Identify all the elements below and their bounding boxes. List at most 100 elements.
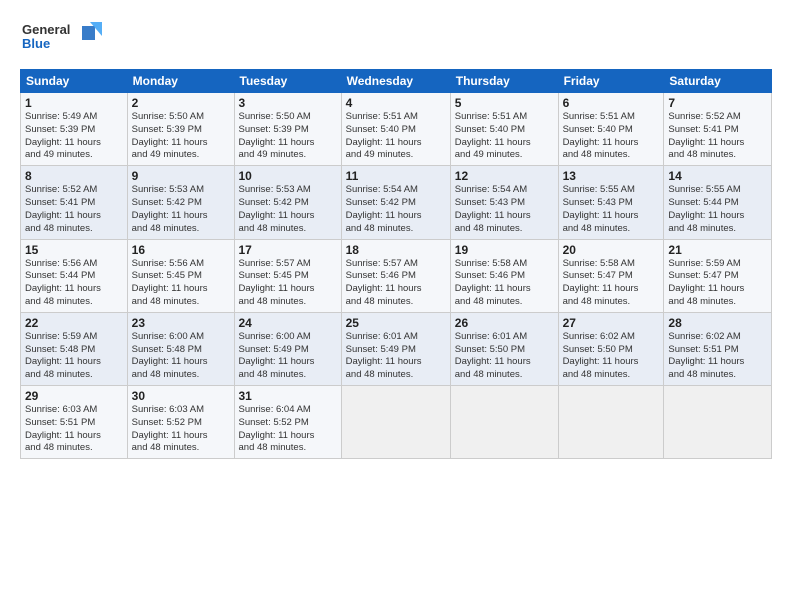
day-info: Sunrise: 6:00 AM Sunset: 5:49 PM Dayligh… [239,331,337,382]
day-info: Sunrise: 5:59 AM Sunset: 5:47 PM Dayligh… [668,258,767,309]
calendar-cell: 22Sunrise: 5:59 AM Sunset: 5:48 PM Dayli… [21,312,128,385]
day-number: 15 [25,243,123,257]
day-number: 3 [239,96,337,110]
calendar-cell: 15Sunrise: 5:56 AM Sunset: 5:44 PM Dayli… [21,239,128,312]
calendar-cell: 29Sunrise: 6:03 AM Sunset: 5:51 PM Dayli… [21,386,128,459]
calendar-cell: 26Sunrise: 6:01 AM Sunset: 5:50 PM Dayli… [450,312,558,385]
day-number: 8 [25,169,123,183]
day-info: Sunrise: 5:53 AM Sunset: 5:42 PM Dayligh… [239,184,337,235]
day-number: 27 [563,316,660,330]
day-info: Sunrise: 5:51 AM Sunset: 5:40 PM Dayligh… [455,111,554,162]
day-info: Sunrise: 5:55 AM Sunset: 5:44 PM Dayligh… [668,184,767,235]
day-number: 22 [25,316,123,330]
day-info: Sunrise: 5:51 AM Sunset: 5:40 PM Dayligh… [563,111,660,162]
day-number: 1 [25,96,123,110]
day-number: 18 [346,243,446,257]
calendar-cell: 6Sunrise: 5:51 AM Sunset: 5:40 PM Daylig… [558,93,664,166]
day-info: Sunrise: 5:51 AM Sunset: 5:40 PM Dayligh… [346,111,446,162]
svg-text:General: General [22,22,70,37]
calendar-cell [450,386,558,459]
day-number: 17 [239,243,337,257]
day-info: Sunrise: 5:56 AM Sunset: 5:44 PM Dayligh… [25,258,123,309]
calendar-cell: 28Sunrise: 6:02 AM Sunset: 5:51 PM Dayli… [664,312,772,385]
day-info: Sunrise: 5:52 AM Sunset: 5:41 PM Dayligh… [25,184,123,235]
column-header-tuesday: Tuesday [234,70,341,93]
day-info: Sunrise: 5:50 AM Sunset: 5:39 PM Dayligh… [132,111,230,162]
header: General Blue [20,18,772,61]
calendar-week-1: 1Sunrise: 5:49 AM Sunset: 5:39 PM Daylig… [21,93,772,166]
day-info: Sunrise: 6:03 AM Sunset: 5:52 PM Dayligh… [132,404,230,455]
calendar-header-row: SundayMondayTuesdayWednesdayThursdayFrid… [21,70,772,93]
calendar-cell: 12Sunrise: 5:54 AM Sunset: 5:43 PM Dayli… [450,166,558,239]
calendar-cell: 3Sunrise: 5:50 AM Sunset: 5:39 PM Daylig… [234,93,341,166]
calendar-cell: 27Sunrise: 6:02 AM Sunset: 5:50 PM Dayli… [558,312,664,385]
day-number: 5 [455,96,554,110]
calendar-cell: 18Sunrise: 5:57 AM Sunset: 5:46 PM Dayli… [341,239,450,312]
column-header-monday: Monday [127,70,234,93]
day-number: 4 [346,96,446,110]
calendar-table: SundayMondayTuesdayWednesdayThursdayFrid… [20,69,772,459]
calendar-cell: 10Sunrise: 5:53 AM Sunset: 5:42 PM Dayli… [234,166,341,239]
day-info: Sunrise: 5:52 AM Sunset: 5:41 PM Dayligh… [668,111,767,162]
calendar-cell [558,386,664,459]
day-info: Sunrise: 5:59 AM Sunset: 5:48 PM Dayligh… [25,331,123,382]
day-number: 19 [455,243,554,257]
day-number: 23 [132,316,230,330]
day-number: 20 [563,243,660,257]
calendar-cell [664,386,772,459]
day-info: Sunrise: 5:54 AM Sunset: 5:42 PM Dayligh… [346,184,446,235]
column-header-saturday: Saturday [664,70,772,93]
column-header-wednesday: Wednesday [341,70,450,93]
calendar-cell [341,386,450,459]
page: General Blue SundayMondayTuesdayWednesda… [0,0,792,612]
calendar-week-2: 8Sunrise: 5:52 AM Sunset: 5:41 PM Daylig… [21,166,772,239]
day-info: Sunrise: 6:01 AM Sunset: 5:49 PM Dayligh… [346,331,446,382]
calendar-cell: 30Sunrise: 6:03 AM Sunset: 5:52 PM Dayli… [127,386,234,459]
calendar-cell: 7Sunrise: 5:52 AM Sunset: 5:41 PM Daylig… [664,93,772,166]
day-number: 16 [132,243,230,257]
day-info: Sunrise: 5:58 AM Sunset: 5:46 PM Dayligh… [455,258,554,309]
day-number: 6 [563,96,660,110]
day-info: Sunrise: 6:00 AM Sunset: 5:48 PM Dayligh… [132,331,230,382]
svg-text:Blue: Blue [22,36,50,51]
calendar-week-4: 22Sunrise: 5:59 AM Sunset: 5:48 PM Dayli… [21,312,772,385]
day-info: Sunrise: 6:04 AM Sunset: 5:52 PM Dayligh… [239,404,337,455]
day-info: Sunrise: 5:57 AM Sunset: 5:45 PM Dayligh… [239,258,337,309]
day-info: Sunrise: 5:56 AM Sunset: 5:45 PM Dayligh… [132,258,230,309]
calendar-cell: 2Sunrise: 5:50 AM Sunset: 5:39 PM Daylig… [127,93,234,166]
calendar-cell: 5Sunrise: 5:51 AM Sunset: 5:40 PM Daylig… [450,93,558,166]
calendar-cell: 25Sunrise: 6:01 AM Sunset: 5:49 PM Dayli… [341,312,450,385]
day-number: 29 [25,389,123,403]
day-number: 12 [455,169,554,183]
day-info: Sunrise: 5:58 AM Sunset: 5:47 PM Dayligh… [563,258,660,309]
calendar-cell: 19Sunrise: 5:58 AM Sunset: 5:46 PM Dayli… [450,239,558,312]
calendar-cell: 20Sunrise: 5:58 AM Sunset: 5:47 PM Dayli… [558,239,664,312]
day-number: 2 [132,96,230,110]
calendar-cell: 17Sunrise: 5:57 AM Sunset: 5:45 PM Dayli… [234,239,341,312]
day-number: 31 [239,389,337,403]
calendar-cell: 9Sunrise: 5:53 AM Sunset: 5:42 PM Daylig… [127,166,234,239]
day-info: Sunrise: 5:55 AM Sunset: 5:43 PM Dayligh… [563,184,660,235]
column-header-thursday: Thursday [450,70,558,93]
day-info: Sunrise: 5:50 AM Sunset: 5:39 PM Dayligh… [239,111,337,162]
day-number: 13 [563,169,660,183]
calendar-cell: 4Sunrise: 5:51 AM Sunset: 5:40 PM Daylig… [341,93,450,166]
day-number: 7 [668,96,767,110]
day-info: Sunrise: 5:53 AM Sunset: 5:42 PM Dayligh… [132,184,230,235]
calendar-cell: 11Sunrise: 5:54 AM Sunset: 5:42 PM Dayli… [341,166,450,239]
day-info: Sunrise: 6:03 AM Sunset: 5:51 PM Dayligh… [25,404,123,455]
day-number: 30 [132,389,230,403]
column-header-friday: Friday [558,70,664,93]
logo: General Blue [20,18,110,61]
day-number: 25 [346,316,446,330]
day-number: 9 [132,169,230,183]
column-header-sunday: Sunday [21,70,128,93]
day-number: 14 [668,169,767,183]
calendar-cell: 21Sunrise: 5:59 AM Sunset: 5:47 PM Dayli… [664,239,772,312]
day-info: Sunrise: 6:01 AM Sunset: 5:50 PM Dayligh… [455,331,554,382]
day-number: 28 [668,316,767,330]
day-info: Sunrise: 6:02 AM Sunset: 5:51 PM Dayligh… [668,331,767,382]
calendar-cell: 23Sunrise: 6:00 AM Sunset: 5:48 PM Dayli… [127,312,234,385]
calendar-cell: 13Sunrise: 5:55 AM Sunset: 5:43 PM Dayli… [558,166,664,239]
calendar-cell: 24Sunrise: 6:00 AM Sunset: 5:49 PM Dayli… [234,312,341,385]
